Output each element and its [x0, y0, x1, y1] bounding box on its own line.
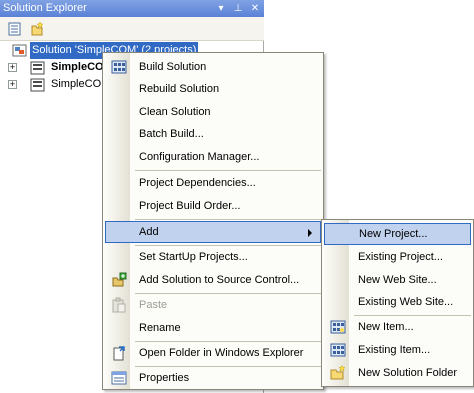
- menu-item-label: Project Build Order...: [139, 200, 241, 212]
- menu-item-properties[interactable]: Properties: [105, 367, 321, 389]
- new-folder-icon: [330, 365, 346, 380]
- auto-hide-pin-icon[interactable]: ⊥: [232, 3, 244, 15]
- menu-item-set-startup-projects[interactable]: Set StartUp Projects...: [105, 246, 321, 268]
- panel-title-bar: Solution Explorer ▾ ⊥ ✕: [0, 0, 264, 17]
- properties-toolbar-icon[interactable]: [7, 21, 23, 37]
- show-all-files-icon[interactable]: [29, 21, 45, 37]
- add-submenu: New Project... Existing Project... New W…: [321, 219, 474, 387]
- submenu-item-new-web-site[interactable]: New Web Site...: [324, 269, 471, 291]
- existing-item-icon: [330, 343, 346, 357]
- expand-icon[interactable]: +: [8, 63, 17, 72]
- submenu-arrow-icon: [308, 229, 312, 237]
- menu-item-build-solution[interactable]: Build Solution: [105, 56, 321, 78]
- submenu-item-existing-web-site[interactable]: Existing Web Site...: [324, 291, 471, 313]
- project-icon: [30, 78, 45, 92]
- menu-item-add-to-source-control[interactable]: Add Solution to Source Control...: [105, 269, 321, 291]
- menu-item-label: New Solution Folder: [358, 367, 458, 379]
- menu-item-open-folder[interactable]: Open Folder in Windows Explorer: [105, 342, 321, 364]
- menu-item-label: Rename: [139, 322, 181, 334]
- menu-item-label: Paste: [139, 299, 168, 311]
- menu-item-configuration-manager[interactable]: Configuration Manager...: [105, 146, 321, 168]
- build-icon: [111, 60, 127, 74]
- source-control-icon: [112, 272, 127, 287]
- menu-item-label: Properties: [139, 372, 190, 384]
- menu-separator: [135, 219, 321, 220]
- panel-toolbar: [0, 17, 264, 41]
- menu-item-label: Rebuild Solution: [139, 83, 220, 95]
- menu-item-label: Configuration Manager...: [139, 151, 260, 163]
- open-folder-icon: [113, 346, 125, 361]
- menu-item-paste[interactable]: Paste: [105, 294, 321, 316]
- menu-item-batch-build[interactable]: Batch Build...: [105, 123, 321, 145]
- menu-item-label: Clean Solution: [139, 106, 211, 118]
- menu-item-label: New Item...: [358, 321, 414, 333]
- close-icon[interactable]: ✕: [249, 3, 261, 15]
- menu-item-rebuild-solution[interactable]: Rebuild Solution: [105, 78, 321, 100]
- menu-item-label: Open Folder in Windows Explorer: [139, 347, 304, 359]
- window-position-dropdown-icon[interactable]: ▾: [215, 3, 227, 15]
- menu-item-label: Existing Web Site...: [358, 296, 454, 308]
- submenu-item-new-item[interactable]: New Item...: [324, 316, 471, 338]
- submenu-item-existing-item[interactable]: Existing Item...: [324, 339, 471, 361]
- menu-item-label: Add: [139, 226, 159, 238]
- menu-item-label: New Project...: [359, 228, 428, 240]
- paste-icon: [112, 297, 126, 313]
- menu-item-label: New Web Site...: [358, 274, 437, 286]
- menu-item-rename[interactable]: Rename: [105, 317, 321, 339]
- submenu-item-new-project[interactable]: New Project...: [324, 223, 471, 245]
- menu-item-project-build-order[interactable]: Project Build Order...: [105, 195, 321, 217]
- submenu-item-new-solution-folder[interactable]: New Solution Folder: [324, 362, 471, 384]
- properties-icon: [111, 371, 127, 385]
- menu-item-clean-solution[interactable]: Clean Solution: [105, 101, 321, 123]
- menu-item-label: Batch Build...: [139, 128, 204, 140]
- menu-item-label: Add Solution to Source Control...: [139, 274, 300, 286]
- solution-icon: [12, 44, 27, 57]
- menu-separator: [135, 170, 321, 171]
- new-item-icon: [330, 320, 346, 334]
- submenu-item-existing-project[interactable]: Existing Project...: [324, 246, 471, 268]
- project-icon: [30, 61, 45, 75]
- panel-title: Solution Explorer: [3, 2, 87, 14]
- menu-item-add[interactable]: Add: [105, 221, 321, 243]
- menu-item-project-dependencies[interactable]: Project Dependencies...: [105, 172, 321, 194]
- solution-context-menu: Build Solution Rebuild Solution Clean So…: [102, 52, 324, 390]
- menu-item-label: Existing Project...: [358, 251, 443, 263]
- project-1-label[interactable]: SimpleCO: [51, 59, 104, 76]
- menu-item-label: Existing Item...: [358, 344, 431, 356]
- menu-item-label: Project Dependencies...: [139, 177, 256, 189]
- menu-item-label: Build Solution: [139, 61, 207, 73]
- expand-icon[interactable]: +: [8, 80, 17, 89]
- menu-item-label: Set StartUp Projects...: [139, 251, 248, 263]
